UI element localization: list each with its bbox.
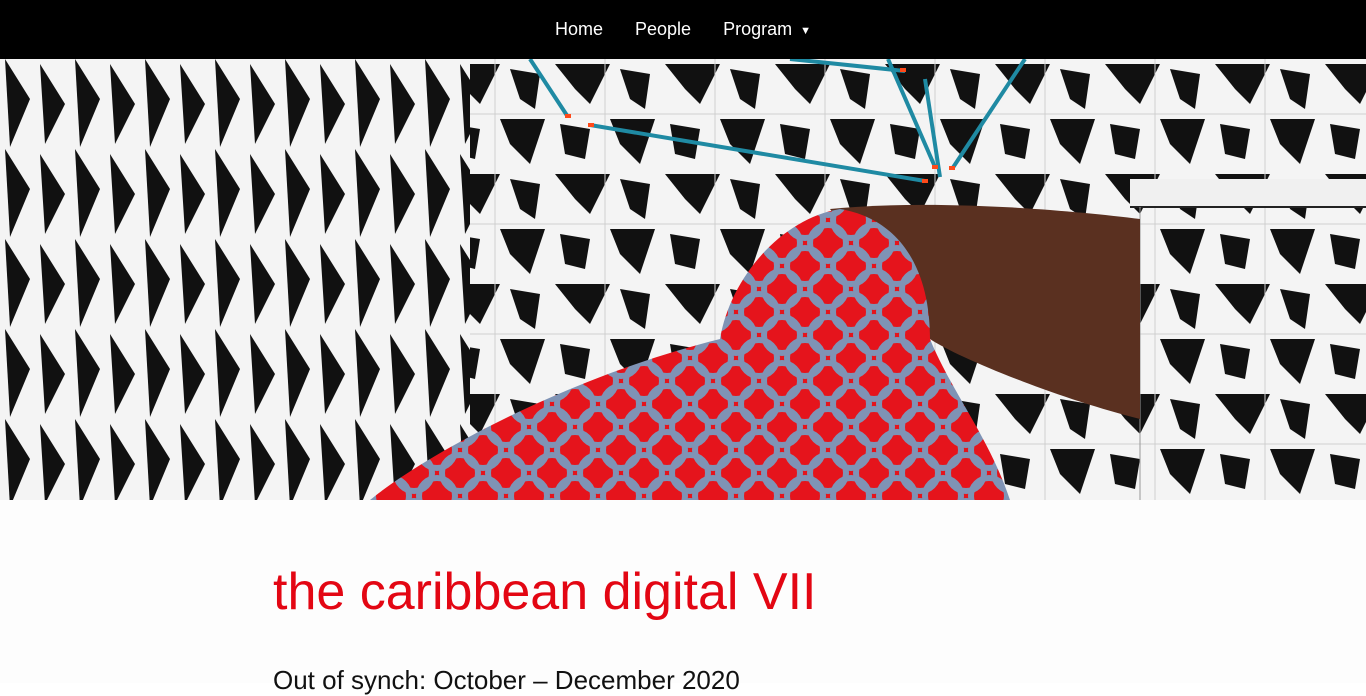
top-navigation-bar: Home People Program ▼ [0,0,1366,59]
nav-item-home-label: Home [555,19,604,39]
nav-item-home[interactable]: Home [539,0,619,59]
main-content: the caribbean digital VII Out of synch: … [0,500,1366,695]
hero-artwork [0,59,1366,500]
nav-item-people-label: People [635,19,692,39]
page-title: the caribbean digital VII [273,563,817,621]
nav-item-people[interactable]: People [619,0,707,59]
chevron-down-icon[interactable]: ▼ [800,2,811,61]
nav-item-program-label: Program [723,19,793,39]
page-subtitle: Out of synch: October – December 2020 [273,665,740,695]
hero-image [0,59,1366,500]
nav-menu: Home People Program ▼ [539,0,827,61]
nav-item-program[interactable]: Program ▼ [707,0,827,61]
